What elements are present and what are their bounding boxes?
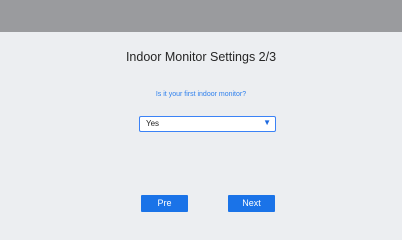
top-bar	[0, 0, 402, 32]
pre-button[interactable]: Pre	[141, 195, 188, 212]
select-value: Yes	[146, 119, 160, 128]
page-title: Indoor Monitor Settings 2/3	[125, 50, 277, 64]
settings-screen: Indoor Monitor Settings 2/3 Is it your f…	[0, 0, 402, 240]
question-label: Is it your first indoor monitor?	[155, 91, 247, 98]
first-monitor-select[interactable]: Yes ▼	[139, 116, 276, 132]
dropdown-arrow-icon[interactable]: ▼	[263, 118, 271, 127]
next-button[interactable]: Next	[228, 195, 275, 212]
